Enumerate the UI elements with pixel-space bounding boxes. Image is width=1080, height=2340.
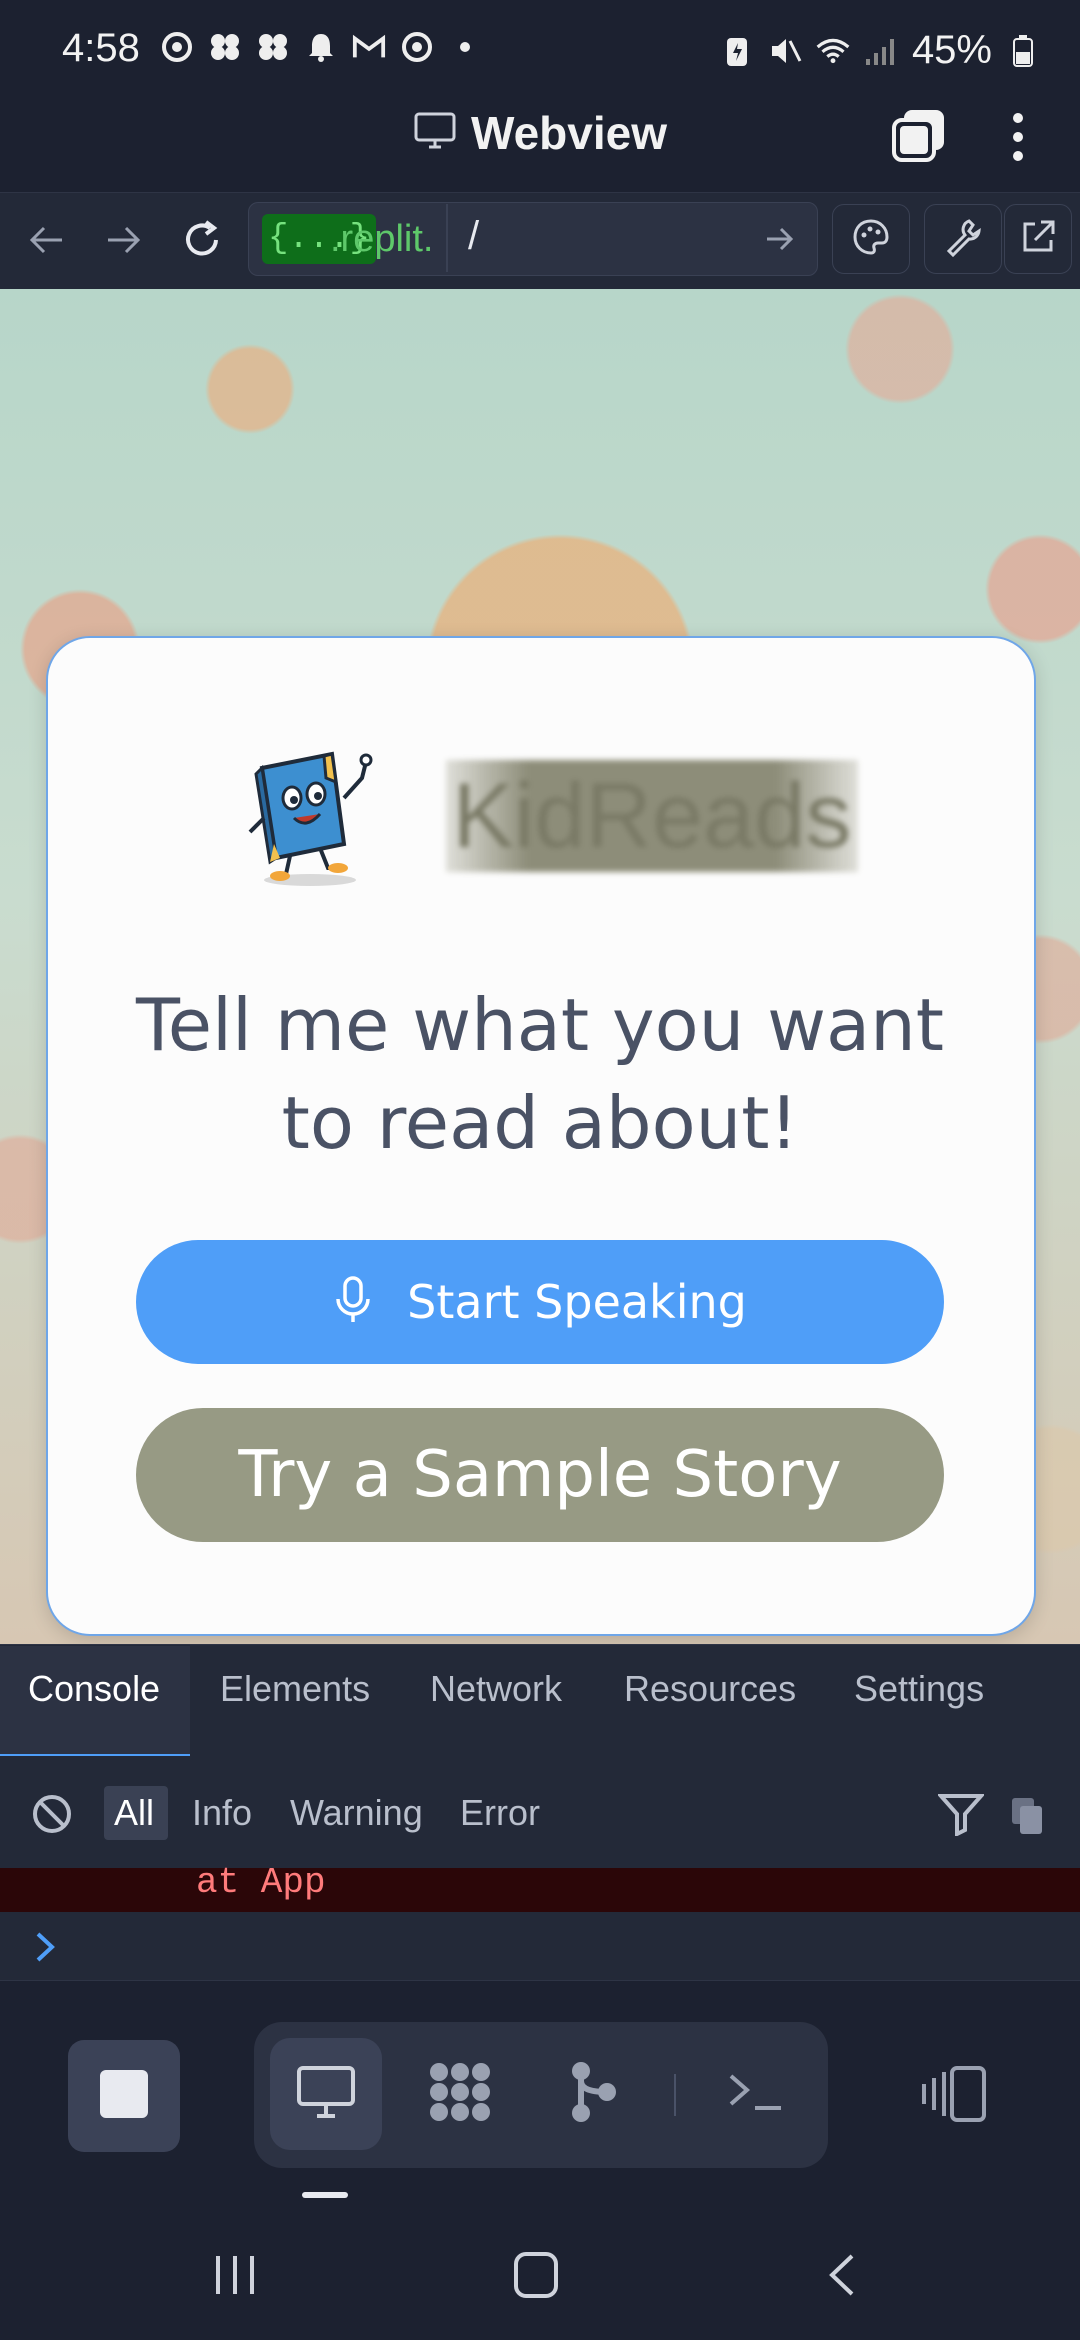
- terminal-icon: [727, 2070, 785, 2119]
- more-menu-icon[interactable]: [1000, 108, 1036, 171]
- tab-elements[interactable]: Elements: [220, 1668, 370, 1710]
- headline: Tell me what you want to read about!: [135, 983, 945, 1165]
- console-prompt-chevron-icon: [34, 1930, 56, 1969]
- split-view-icon: [920, 2066, 990, 2128]
- brain-icon: [208, 30, 242, 64]
- filter-warning[interactable]: Warning: [290, 1792, 423, 1834]
- monitor-icon: [295, 2064, 357, 2125]
- filter-icon[interactable]: [936, 1792, 986, 1841]
- go-arrow-icon[interactable]: [764, 224, 796, 259]
- console-error-text: at App: [196, 1862, 326, 1903]
- battery-saver-icon: [720, 34, 754, 68]
- back-nav-icon[interactable]: [824, 2252, 860, 2303]
- sample-story-button[interactable]: Try a Sample Story: [136, 1408, 944, 1542]
- wrench-icon: [943, 217, 983, 262]
- filter-error[interactable]: Error: [460, 1792, 540, 1834]
- apps-mode-button[interactable]: [404, 2038, 516, 2150]
- mode-divider: [674, 2074, 676, 2116]
- console-error-row: [0, 1868, 1080, 1912]
- app-name-logo: KidReads: [446, 760, 858, 872]
- stop-button[interactable]: [68, 2040, 180, 2152]
- monitor-icon: [413, 111, 457, 156]
- shell-mode-button[interactable]: [700, 2038, 812, 2150]
- layout-toggle-button[interactable]: [920, 2064, 990, 2129]
- git-mode-button[interactable]: [538, 2038, 650, 2150]
- filter-info[interactable]: Info: [192, 1792, 252, 1834]
- page-title: Webview: [471, 107, 667, 159]
- url-path-input[interactable]: /: [468, 214, 479, 259]
- active-mode-indicator: [302, 2192, 348, 2198]
- mute-icon: [768, 34, 802, 68]
- bell-icon: [304, 30, 338, 64]
- recent-apps-icon[interactable]: [212, 2252, 258, 2303]
- dots-grid-icon: [425, 2060, 495, 2129]
- book-mascot-icon: [240, 748, 390, 888]
- chrome-icon: [160, 30, 194, 64]
- tab-resources[interactable]: Resources: [624, 1668, 796, 1710]
- reload-button[interactable]: [172, 212, 232, 268]
- external-link-icon: [1019, 218, 1057, 261]
- webview-mode-button[interactable]: [270, 2038, 382, 2150]
- tab-network[interactable]: Network: [430, 1668, 562, 1710]
- url-domain: .replit.: [330, 218, 434, 260]
- copy-icon[interactable]: [1010, 1796, 1046, 1841]
- forward-button[interactable]: [94, 212, 154, 268]
- chrome-icon: [400, 30, 434, 64]
- console-input-row[interactable]: [0, 1912, 1080, 1981]
- battery-icon: [1006, 34, 1040, 68]
- clear-console-icon[interactable]: [30, 1792, 74, 1841]
- tabs-button[interactable]: [890, 108, 948, 171]
- home-icon[interactable]: [512, 2250, 560, 2305]
- tab-settings[interactable]: Settings: [854, 1668, 984, 1710]
- status-time: 4:58: [62, 26, 140, 70]
- battery-percent: 45%: [911, 28, 992, 72]
- system-icons: 45%: [720, 28, 1040, 73]
- start-speaking-label: Start Speaking: [407, 1275, 747, 1329]
- back-button[interactable]: [16, 212, 76, 268]
- brain-icon: [256, 30, 290, 64]
- palette-button[interactable]: [832, 204, 910, 274]
- url-divider: [446, 204, 448, 272]
- microphone-icon: [333, 1275, 373, 1330]
- wrench-button[interactable]: [924, 204, 1002, 274]
- gmail-icon: [352, 30, 386, 64]
- palette-icon: [851, 217, 891, 262]
- git-branch-icon: [567, 2059, 621, 2130]
- open-external-button[interactable]: [1004, 204, 1072, 274]
- filter-all[interactable]: All: [114, 1792, 154, 1834]
- tab-console[interactable]: Console: [28, 1668, 160, 1710]
- sample-story-label: Try a Sample Story: [238, 1438, 842, 1512]
- wifi-icon: [816, 34, 850, 68]
- start-speaking-button[interactable]: Start Speaking: [136, 1240, 944, 1364]
- notification-icons: [160, 30, 482, 64]
- stop-icon: [98, 2068, 150, 2125]
- dot-icon: [448, 30, 482, 64]
- signal-icon: [864, 34, 898, 68]
